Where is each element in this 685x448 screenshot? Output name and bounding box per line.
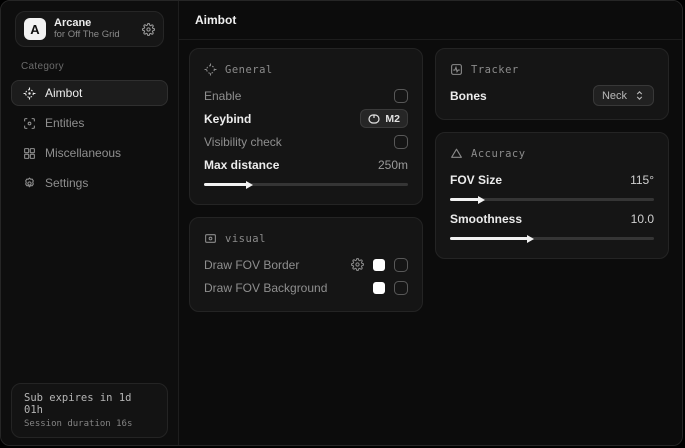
draw-fov-background-label: Draw FOV Background (204, 281, 327, 295)
sidebar-item-label: Aimbot (45, 86, 82, 100)
sidebar-item-entities[interactable]: Entities (11, 110, 168, 136)
row-draw-fov-background: Draw FOV Background (204, 276, 408, 299)
brand-card: A Arcane for Off The Grid (15, 11, 164, 47)
crosshair-icon (22, 87, 36, 100)
fov-border-color-swatch[interactable] (373, 259, 385, 271)
card-general: General Enable Keybind (189, 48, 423, 205)
subscription-info-card: Sub expires in 1d 01h Session duration 1… (11, 383, 168, 438)
card-title: Accuracy (471, 148, 526, 160)
chevrons-up-down-icon (634, 90, 645, 101)
brand-title: Arcane (54, 17, 134, 30)
sidebar-item-settings[interactable]: Settings (11, 170, 168, 196)
row-enable: Enable (204, 84, 408, 107)
smoothness-label: Smoothness (450, 212, 522, 226)
enable-label: Enable (204, 89, 241, 103)
draw-fov-background-checkbox[interactable] (394, 281, 408, 295)
card-accuracy: Accuracy FOV Size 115° Smoothness 10.0 (435, 132, 669, 259)
row-visibility-check: Visibility check (204, 130, 408, 153)
gear-icon[interactable] (351, 258, 364, 271)
sidebar-nav: Aimbot Entities (7, 80, 172, 196)
sidebar-item-label: Miscellaneous (45, 146, 121, 160)
draw-fov-border-checkbox[interactable] (394, 258, 408, 272)
page-title: Aimbot (195, 13, 236, 27)
app-window: A Arcane for Off The Grid Category (0, 0, 683, 446)
sidebar-item-aimbot[interactable]: Aimbot (11, 80, 168, 106)
max-distance-label: Max distance (204, 158, 279, 172)
draw-fov-border-label: Draw FOV Border (204, 258, 299, 272)
max-distance-value: 250m (378, 158, 408, 172)
row-smoothness: Smoothness 10.0 (450, 207, 654, 230)
bones-selected-value: Neck (602, 90, 627, 102)
sidebar: A Arcane for Off The Grid Category (1, 1, 179, 445)
row-keybind: Keybind M2 (204, 107, 408, 130)
visibility-check-checkbox[interactable] (394, 135, 408, 149)
enable-checkbox[interactable] (394, 89, 408, 103)
right-column: Tracker Bones Neck (435, 48, 669, 259)
fov-size-label: FOV Size (450, 173, 502, 187)
main-panel: Aimbot General (179, 1, 682, 445)
left-column: General Enable Keybind (189, 48, 423, 312)
gear-icon[interactable] (142, 23, 155, 36)
sidebar-item-label: Settings (45, 176, 88, 190)
row-bones: Bones Neck (450, 84, 654, 107)
keybind-badge[interactable]: M2 (360, 109, 408, 128)
boxes-icon (22, 147, 36, 160)
bones-dropdown[interactable]: Neck (593, 85, 654, 106)
fov-size-value: 115° (630, 173, 654, 187)
smoothness-slider[interactable] (450, 237, 654, 240)
category-label: Category (21, 61, 172, 72)
app-logo: A (24, 18, 46, 40)
keybind-label: Keybind (204, 112, 251, 126)
card-title: Tracker (471, 64, 519, 76)
crosshair-icon (204, 63, 217, 76)
content: General Enable Keybind (179, 40, 682, 320)
slider-fill (204, 183, 247, 186)
bones-label: Bones (450, 89, 487, 103)
visibility-check-label: Visibility check (204, 135, 282, 149)
card-visual: visual Draw FOV Border (189, 217, 423, 312)
view-icon (204, 232, 217, 245)
sidebar-item-label: Entities (45, 116, 84, 130)
session-duration-text: Session duration 16s (24, 419, 155, 429)
row-draw-fov-border: Draw FOV Border (204, 253, 408, 276)
activity-icon (450, 63, 463, 76)
keybind-value: M2 (385, 113, 400, 125)
card-title: General (225, 64, 273, 76)
card-tracker: Tracker Bones Neck (435, 48, 669, 120)
triangle-icon (450, 147, 463, 160)
fov-background-color-swatch[interactable] (373, 282, 385, 294)
max-distance-slider[interactable] (204, 183, 408, 186)
row-fov-size: FOV Size 115° (450, 168, 654, 191)
slider-fill (450, 198, 479, 201)
row-max-distance: Max distance 250m (204, 153, 408, 176)
card-title: visual (225, 233, 266, 245)
brand-subtitle: for Off The Grid (54, 30, 134, 41)
sidebar-item-miscellaneous[interactable]: Miscellaneous (11, 140, 168, 166)
sub-expiry-text: Sub expires in 1d 01h (24, 392, 155, 416)
main-header: Aimbot (179, 1, 682, 40)
scan-eye-icon (22, 117, 36, 130)
slider-fill (450, 237, 528, 240)
settings-icon (22, 177, 36, 190)
smoothness-value: 10.0 (631, 212, 654, 226)
mouse-icon (368, 114, 380, 124)
fov-size-slider[interactable] (450, 198, 654, 201)
